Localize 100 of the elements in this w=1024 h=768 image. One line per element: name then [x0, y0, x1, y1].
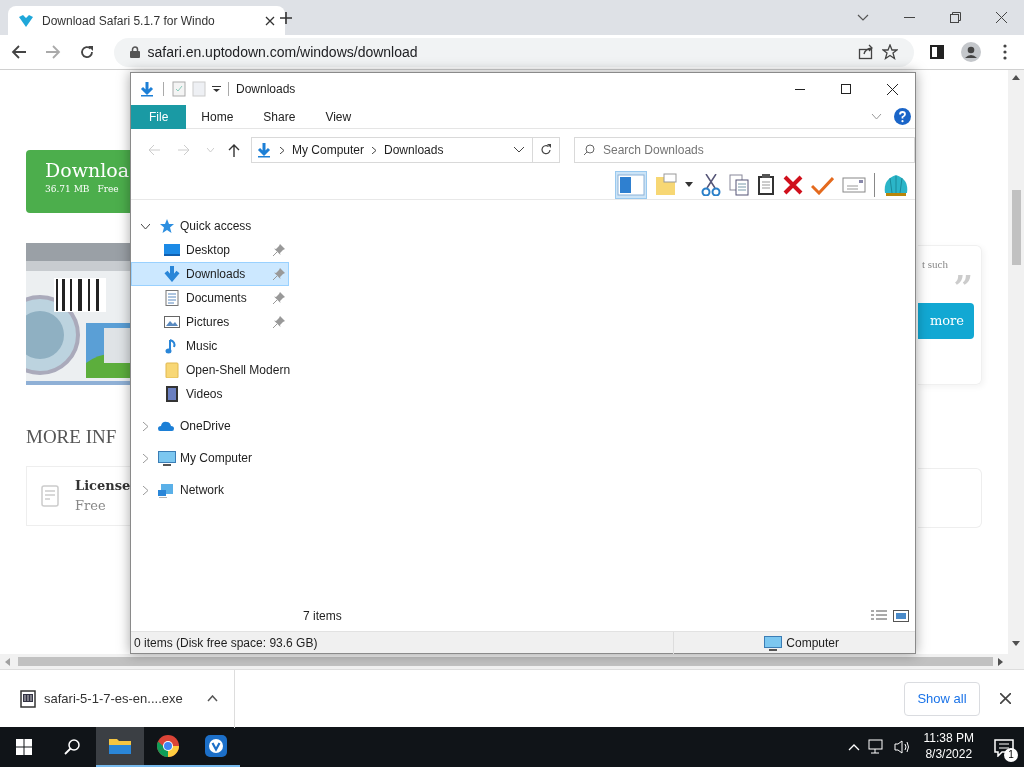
nav-item[interactable]: OneDrive: [131, 414, 289, 438]
restore-icon: [949, 12, 961, 23]
scroll-down-icon: [1012, 641, 1020, 646]
clock[interactable]: 11:38 PM 8/3/2022: [923, 731, 974, 763]
ribbon-tab[interactable]: View: [310, 104, 367, 129]
address-field[interactable]: My Computer Downloads: [251, 137, 533, 163]
clock-time: 11:38 PM: [923, 731, 974, 747]
breadcrumb-item[interactable]: Downloads: [384, 141, 444, 159]
star-icon: [158, 218, 176, 234]
download-arrow-icon: [256, 142, 272, 158]
chevron-down-icon[interactable]: [140, 223, 150, 229]
chevron-down-icon[interactable]: [514, 147, 524, 153]
volume-icon[interactable]: [893, 739, 912, 755]
search-icon[interactable]: [583, 144, 595, 156]
monitor-icon: [164, 242, 182, 258]
details-view-icon[interactable]: [871, 610, 887, 622]
nav-item[interactable]: Open-Shell Modern: [131, 358, 289, 382]
tab-title: Download Safari 5.1.7 for Windo: [42, 12, 216, 30]
star-icon[interactable]: [882, 44, 899, 60]
envelope-icon[interactable]: [842, 174, 866, 195]
search-field[interactable]: Search Downloads: [574, 137, 915, 163]
pin-icon[interactable]: [273, 292, 285, 304]
side-panel-icon: [930, 45, 945, 59]
url-text: safari.en.uptodown.com/windows/download: [147, 42, 419, 62]
scrollbar-thumb[interactable]: [18, 657, 993, 666]
vertical-scrollbar[interactable]: [1008, 70, 1024, 654]
scrollbar-thumb[interactable]: [1011, 190, 1021, 265]
address-bar[interactable]: safari.en.uptodown.com/windows/download: [113, 37, 915, 67]
nav-item[interactable]: Network: [131, 478, 289, 502]
network-icon[interactable]: [867, 739, 886, 755]
tiles-view-icon[interactable]: [893, 610, 909, 622]
notification-button[interactable]: 1: [984, 727, 1024, 767]
copy-icon[interactable]: [729, 173, 749, 196]
dropdown-icon[interactable]: [212, 86, 221, 92]
chevron-right-icon[interactable]: [142, 485, 148, 495]
back-arrow-icon: [10, 44, 27, 60]
browser-tab[interactable]: Download Safari 5.1.7 for Windo: [8, 6, 285, 35]
review-text: t such: [922, 257, 948, 272]
breadcrumb-item[interactable]: My Computer: [292, 141, 365, 159]
nav-item[interactable]: Videos: [131, 382, 289, 406]
lock-icon: [129, 46, 140, 58]
close-icon[interactable]: [265, 15, 275, 26]
close-icon: [995, 12, 1007, 23]
shell-icon[interactable]: [883, 172, 909, 197]
chevron-right-icon: [372, 146, 377, 154]
help-icon[interactable]: [894, 108, 911, 125]
share-icon[interactable]: [858, 44, 875, 60]
chevron-right-icon: [280, 146, 284, 154]
kebab-menu-icon: [1003, 44, 1008, 60]
refresh-button[interactable]: [532, 137, 560, 163]
clock-date: 8/3/2022: [925, 747, 973, 763]
logo-icon: [18, 12, 34, 29]
clipboard-icon[interactable]: [757, 173, 775, 196]
chat-bubble-icon: [994, 738, 1014, 757]
forward-arrow-icon: [178, 144, 190, 156]
item-count: 7 items: [303, 608, 343, 625]
horizontal-scrollbar[interactable]: [0, 654, 1024, 669]
document-icon: [164, 290, 182, 306]
chevron-up-icon[interactable]: [207, 695, 218, 702]
pin-icon[interactable]: [273, 316, 285, 328]
document-icon: [41, 484, 59, 507]
ribbon-tab[interactable]: Share: [248, 104, 311, 129]
chevron-right-icon[interactable]: [142, 421, 148, 431]
download-arrow-icon[interactable]: [139, 81, 155, 97]
nav-item[interactable]: Desktop: [131, 238, 289, 262]
show-all-button[interactable]: Show all: [904, 681, 980, 716]
license-text: Free: [97, 182, 119, 196]
file-name: safari-5-1-7-es-en....exe: [44, 689, 184, 708]
chrome-logo-icon: [156, 734, 180, 758]
delete-icon[interactable]: [783, 174, 803, 195]
folder-icon: [164, 362, 182, 378]
nav-item[interactable]: Pictures: [131, 310, 289, 334]
search-input[interactable]: Search Downloads: [603, 139, 906, 161]
taskbar-app[interactable]: [96, 727, 144, 767]
minimize-icon: [795, 88, 805, 90]
network-icon: [158, 482, 176, 498]
notification-count: 1: [1004, 748, 1018, 762]
scissors-icon[interactable]: [701, 173, 721, 196]
avatar-icon: [961, 42, 982, 62]
checkmark-icon[interactable]: [811, 174, 834, 195]
status-location: Computer: [786, 634, 839, 652]
chevron-right-icon[interactable]: [142, 453, 148, 463]
nav-item[interactable]: My Computer: [131, 446, 289, 470]
status-text: 0 items (Disk free space: 93.6 GB): [134, 634, 318, 652]
nav-item[interactable]: Downloads: [131, 262, 289, 286]
up-arrow-icon: [228, 143, 240, 157]
pin-icon[interactable]: [273, 244, 285, 256]
info-label: License: [75, 477, 131, 495]
info-card: [918, 468, 982, 528]
info-value: Free: [75, 496, 107, 515]
close-icon: [999, 693, 1011, 704]
nav-item[interactable]: Documents: [131, 286, 289, 310]
new-tab-icon[interactable]: [279, 10, 293, 25]
pin-icon[interactable]: [273, 268, 285, 280]
ribbon-tab[interactable]: Home: [186, 104, 249, 129]
nav-item[interactable]: Quick access: [131, 214, 289, 238]
shield-logo-icon: [204, 734, 228, 758]
scroll-up-icon: [1012, 75, 1020, 80]
nav-item[interactable]: Music: [131, 334, 289, 358]
caret-icon[interactable]: [685, 182, 693, 187]
